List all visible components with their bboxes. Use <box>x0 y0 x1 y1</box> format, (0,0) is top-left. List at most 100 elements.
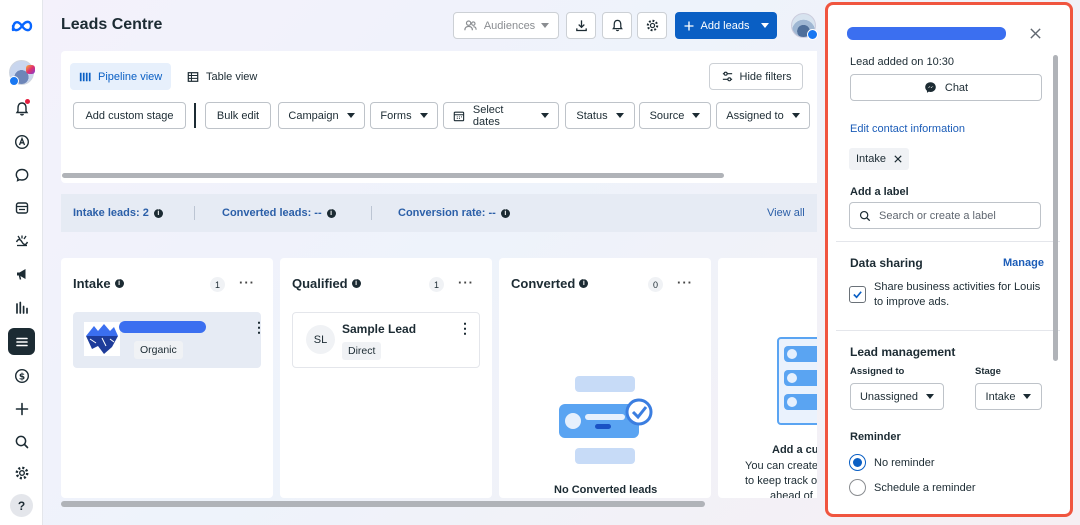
info-icon[interactable]: i <box>153 208 163 218</box>
column-title: Converted i <box>511 276 589 291</box>
search-icon[interactable] <box>8 428 35 455</box>
forms-filter[interactable]: Forms <box>370 102 438 129</box>
share-activities-checkbox[interactable] <box>849 286 866 303</box>
source-filter[interactable]: Source <box>639 102 711 129</box>
tab-pipeline-label: Pipeline view <box>98 70 163 83</box>
info-icon[interactable]: i <box>114 279 124 288</box>
hide-filters-button[interactable]: Hide filters <box>709 63 803 90</box>
kebab-menu-icon[interactable]: ⋮ <box>252 320 266 334</box>
stage-select[interactable]: Intake <box>975 383 1042 410</box>
megaphone-icon[interactable] <box>8 260 35 287</box>
campaign-filter[interactable]: Campaign <box>278 102 365 129</box>
stage-chip-label: Intake <box>856 153 886 165</box>
download-button[interactable] <box>566 12 596 39</box>
select-dates-label: Select dates <box>472 103 504 128</box>
bulk-edit-button[interactable]: Bulk edit <box>205 102 271 129</box>
more-options-icon[interactable]: ··· <box>239 275 255 290</box>
tab-pipeline-view[interactable]: Pipeline view <box>70 63 172 90</box>
no-reminder-radio[interactable] <box>849 454 866 471</box>
edit-contact-link[interactable]: Edit contact information <box>850 123 965 135</box>
more-options-icon[interactable]: ··· <box>458 275 474 290</box>
settings-icon[interactable] <box>8 459 35 486</box>
lead-details-panel: Lead added on 10:30 Chat Edit contact in… <box>825 2 1073 517</box>
meta-logo-icon[interactable] <box>8 12 35 39</box>
menu-icon[interactable] <box>8 328 35 355</box>
custom-stage-illustration <box>777 337 817 425</box>
column-title-text: Qualified <box>292 276 348 291</box>
info-icon[interactable]: i <box>351 279 361 288</box>
add-custom-stage-button[interactable]: Add custom stage <box>73 102 186 129</box>
select-dates-filter[interactable]: Select dates <box>443 102 559 129</box>
notifications-icon[interactable] <box>8 95 35 122</box>
facebook-badge-icon <box>9 76 19 86</box>
view-all-link[interactable]: View all <box>767 207 805 219</box>
status-filter[interactable]: Status <box>565 102 635 129</box>
chevron-down-icon <box>541 113 549 118</box>
add-custom-stage-label: Add custom stage <box>85 109 174 122</box>
hide-filters-label: Hide filters <box>739 70 792 83</box>
profile-avatar[interactable] <box>791 13 818 40</box>
info-icon[interactable]: i <box>326 208 336 218</box>
messages-icon[interactable] <box>8 161 35 188</box>
instagram-badge-icon <box>26 65 35 74</box>
assigned-to-filter[interactable]: Assigned to <box>716 102 810 129</box>
source-label: Source <box>649 109 685 122</box>
left-nav-rail: $ ? <box>0 0 43 525</box>
lead-card[interactable]: Organic ⋮ <box>73 312 266 368</box>
column-title-text: Intake <box>73 276 111 291</box>
close-icon[interactable] <box>1029 27 1042 40</box>
pipeline-icon <box>79 72 91 81</box>
reminder-heading: Reminder <box>850 431 901 443</box>
tab-table-label: Table view <box>206 70 258 83</box>
horizontal-scrollbar[interactable] <box>62 173 724 178</box>
schedule-reminder-radio[interactable] <box>849 479 866 496</box>
download-icon <box>575 20 587 32</box>
help-icon[interactable]: ? <box>10 494 33 517</box>
assigned-to-select[interactable]: Unassigned <box>850 383 944 410</box>
column-intake: Intake i 1 ··· Organic ⋮ <box>61 258 273 498</box>
audiences-label: Audiences <box>483 19 536 32</box>
divider <box>194 206 195 220</box>
add-leads-button[interactable]: Add leads <box>675 12 777 39</box>
info-icon[interactable]: i <box>579 279 589 288</box>
no-reminder-label: No reminder <box>874 457 935 469</box>
kebab-menu-icon[interactable]: ⋮ <box>458 321 472 335</box>
chat-button[interactable]: Chat <box>850 74 1042 101</box>
planner-icon[interactable] <box>8 227 35 254</box>
converted-leads-text: Converted leads: -- <box>222 207 322 219</box>
chat-label: Chat <box>944 81 969 94</box>
column-add-custom: Add a cu You can create to keep track o … <box>718 258 817 498</box>
chevron-down-icon <box>1023 394 1032 399</box>
billing-icon[interactable]: $ <box>8 362 35 389</box>
content-icon[interactable] <box>8 194 35 221</box>
campaign-label: Campaign <box>288 109 339 122</box>
more-options-icon[interactable]: ··· <box>677 275 693 290</box>
column-converted: Converted i 0 ··· No Converted leads <box>499 258 711 498</box>
ads-icon[interactable] <box>8 128 35 155</box>
alerts-button[interactable] <box>602 12 632 39</box>
chevron-down-icon <box>615 113 624 118</box>
share-activities-text-1: Share business activities for Louis <box>874 281 1041 293</box>
add-label-heading: Add a label <box>850 186 909 198</box>
conversion-rate-stat: Conversion rate: -- i <box>398 207 510 219</box>
audiences-dropdown[interactable]: Audiences <box>453 12 559 39</box>
lead-card[interactable]: SL Sample Lead Direct ⋮ <box>292 312 480 368</box>
remove-chip-icon[interactable] <box>894 155 902 163</box>
chevron-down-icon <box>791 113 800 118</box>
info-icon[interactable]: i <box>500 208 510 218</box>
board-scrollbar[interactable] <box>61 501 705 507</box>
manage-link[interactable]: Manage <box>1003 257 1044 269</box>
tab-table-view[interactable]: Table view <box>178 63 266 90</box>
insights-icon[interactable] <box>8 294 35 321</box>
add-icon[interactable] <box>8 395 35 422</box>
conversion-rate-text: Conversion rate: -- <box>398 207 496 219</box>
empty-state-text: No Converted leads <box>554 484 658 496</box>
calendar-icon <box>453 111 465 121</box>
settings-button[interactable] <box>637 12 667 39</box>
chevron-down-icon <box>346 113 355 118</box>
label-search-input[interactable]: Search or create a label <box>849 202 1041 229</box>
panel-scrollbar[interactable] <box>1053 55 1058 361</box>
account-avatar[interactable] <box>9 60 35 86</box>
lead-management-heading: Lead management <box>850 345 956 359</box>
chevron-down-icon <box>761 23 770 28</box>
